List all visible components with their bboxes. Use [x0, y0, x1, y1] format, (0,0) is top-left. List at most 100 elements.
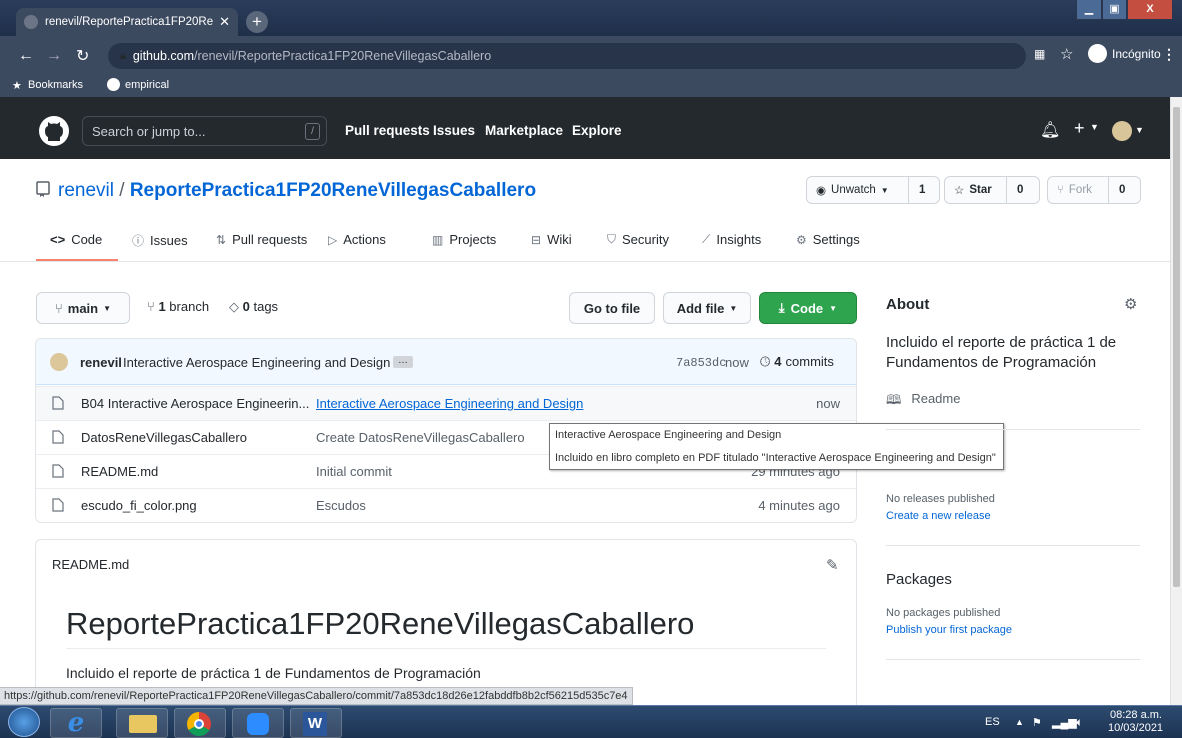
commit-time: now	[725, 355, 749, 370]
commits-history-link[interactable]: 🕓︎ 4 commits	[760, 354, 834, 370]
commits-count: 4	[774, 354, 782, 369]
file-commit-message[interactable]: Initial commit	[316, 464, 392, 479]
active-tab-underline	[36, 259, 118, 261]
commit-message[interactable]: Interactive Aerospace Engineering and De…	[123, 355, 390, 370]
go-to-file-button[interactable]: Go to file	[569, 292, 655, 324]
commit-expand-button[interactable]: …	[393, 356, 413, 368]
forward-arrow-icon[interactable]: →	[46, 47, 62, 65]
avatar-chevron-down-icon[interactable]: ▼	[1135, 125, 1144, 135]
tooltip-description: Incluido en libro completo en PDF titula…	[555, 452, 996, 464]
scrollbar-thumb[interactable]	[1173, 107, 1180, 587]
tab-pull-requests[interactable]: ⇅ Pull requests	[216, 232, 307, 247]
tab-actions[interactable]: ▷ Actions	[328, 232, 386, 247]
tab-insights[interactable]: ⟋ Insights	[702, 232, 761, 247]
gear-icon: ⚙	[796, 232, 807, 247]
translate-icon[interactable]: ▦	[1034, 47, 1045, 61]
create-release-link[interactable]: Create a new release	[886, 510, 991, 522]
branches-link[interactable]: ⑂ 1 branch	[147, 299, 209, 314]
address-bar[interactable]: 🔒︎ github.com/renevil/ReportePractica1FP…	[108, 43, 1026, 69]
fork-button[interactable]: ⑂ Fork 0	[1047, 176, 1141, 204]
close-window-button[interactable]: X	[1127, 0, 1173, 20]
create-chevron-down-icon[interactable]: ▼	[1090, 122, 1099, 132]
file-name[interactable]: README.md	[81, 464, 158, 479]
nav-explore[interactable]: Explore	[572, 123, 622, 138]
repo-owner-link[interactable]: renevil	[58, 180, 114, 201]
bookmark-star-icon[interactable]: ☆	[1060, 45, 1073, 63]
file-commit-message[interactable]: Create DatosReneVillegasCaballero	[316, 430, 525, 445]
file-explorer-icon[interactable]	[116, 708, 168, 738]
star-button[interactable]: ☆ Star 0	[944, 176, 1040, 204]
network-signal-icon[interactable]: ▂▄▆	[1052, 716, 1077, 729]
action-center-flag-icon[interactable]: ⚑	[1032, 716, 1042, 729]
code-chevron-icon: ▼	[829, 303, 838, 313]
chrome-icon[interactable]	[174, 708, 226, 738]
tab-wiki[interactable]: ⊟ Wiki	[531, 232, 572, 247]
internet-explorer-icon[interactable]: e	[50, 708, 102, 738]
nav-issues[interactable]: Issues	[433, 123, 475, 138]
file-row[interactable]: escudo_fi_color.png Escudos 4 minutes ag…	[36, 488, 856, 522]
create-new-plus-icon[interactable]: +	[1074, 118, 1085, 139]
repo-name-link[interactable]: ReportePractica1FP20ReneVillegasCaballer…	[130, 180, 536, 201]
new-tab-button[interactable]: +	[246, 11, 268, 33]
sidebar-divider	[886, 429, 1140, 430]
file-name[interactable]: B04 Interactive Aerospace Engineerin...	[81, 396, 309, 411]
tags-label: tags	[253, 299, 279, 314]
star-label: Star	[969, 184, 992, 196]
file-commit-message[interactable]: Interactive Aerospace Engineering and De…	[316, 396, 583, 411]
browser-tab[interactable]: renevil/ReportePractica1FP20Rene ✕	[16, 8, 238, 36]
incognito-icon	[1088, 44, 1107, 63]
tags-link[interactable]: ◇ 0 tags	[229, 299, 278, 315]
tab-settings[interactable]: ⚙ Settings	[796, 232, 860, 247]
back-arrow-icon[interactable]: ←	[18, 47, 34, 65]
language-indicator[interactable]: ES	[985, 716, 1000, 728]
search-input[interactable]: Search or jump to... /	[82, 116, 327, 146]
close-tab-icon[interactable]: ✕	[219, 14, 230, 30]
zoom-icon[interactable]	[232, 708, 284, 738]
clock-time[interactable]: 08:28 a.m.	[1110, 709, 1162, 721]
reload-icon[interactable]: ↻	[76, 46, 89, 66]
edit-pencil-icon[interactable]: ✎	[826, 556, 839, 574]
file-name[interactable]: DatosReneVillegasCaballero	[81, 430, 247, 445]
tab-code[interactable]: <> Code	[50, 232, 102, 247]
maximize-window-button[interactable]: ▣	[1102, 0, 1127, 20]
notifications-bell-icon[interactable]: 🔔︎	[1040, 120, 1060, 140]
commit-author[interactable]: renevil	[80, 355, 122, 370]
show-hidden-icons-icon[interactable]: ▲	[1015, 717, 1024, 727]
branch-select[interactable]: ⑂ main ▼	[36, 292, 130, 324]
bookmark-empirical[interactable]: empirical	[125, 79, 169, 91]
tab-projects[interactable]: ▥ Projects	[432, 232, 496, 247]
bookmarks-bar: ★ Bookmarks empirical	[0, 75, 1182, 97]
word-icon[interactable]: W	[290, 708, 342, 738]
fork-icon: ⑂	[1057, 184, 1064, 196]
no-releases-text: No releases published	[886, 493, 995, 505]
unwatch-button[interactable]: ◉ Unwatch ▼ 1	[806, 176, 940, 204]
publish-package-link[interactable]: Publish your first package	[886, 624, 1012, 636]
minimize-window-button[interactable]: ▁	[1076, 0, 1102, 20]
clock-date[interactable]: 10/03/2021	[1108, 722, 1163, 734]
windows-start-button[interactable]	[8, 707, 40, 737]
tab-issues[interactable]: ⓘ Issues	[132, 232, 188, 249]
watch-count[interactable]: 1	[909, 184, 935, 196]
about-settings-gear-icon[interactable]: ⚙	[1124, 295, 1137, 313]
file-name[interactable]: escudo_fi_color.png	[81, 498, 197, 513]
fork-count[interactable]: 0	[1109, 184, 1135, 196]
readme-link[interactable]: 🕮︎ Readme	[886, 391, 960, 413]
file-icon	[52, 498, 64, 512]
browser-menu-icon[interactable]: ⋮	[1162, 46, 1176, 63]
code-button[interactable]: ⤓ Code ▼	[759, 292, 857, 324]
tab-security[interactable]: ⛉ Security	[607, 232, 669, 247]
commit-sha[interactable]: 7a853dc	[676, 356, 726, 370]
user-avatar[interactable]	[1112, 121, 1132, 141]
add-file-button[interactable]: Add file ▼	[663, 292, 751, 324]
nav-pull-requests[interactable]: Pull requests	[345, 123, 430, 138]
author-avatar[interactable]	[50, 353, 68, 371]
volume-icon[interactable]: 🔈︎	[1076, 715, 1083, 730]
file-row[interactable]: B04 Interactive Aerospace Engineerin... …	[36, 386, 856, 420]
bookmarks-folder[interactable]: Bookmarks	[28, 79, 83, 91]
github-logo-icon[interactable]	[38, 115, 70, 147]
shield-icon: ⛉	[607, 232, 617, 246]
nav-marketplace[interactable]: Marketplace	[485, 123, 563, 138]
page-scrollbar[interactable]	[1170, 97, 1182, 705]
star-count[interactable]: 0	[1007, 184, 1033, 196]
file-commit-message[interactable]: Escudos	[316, 498, 366, 513]
